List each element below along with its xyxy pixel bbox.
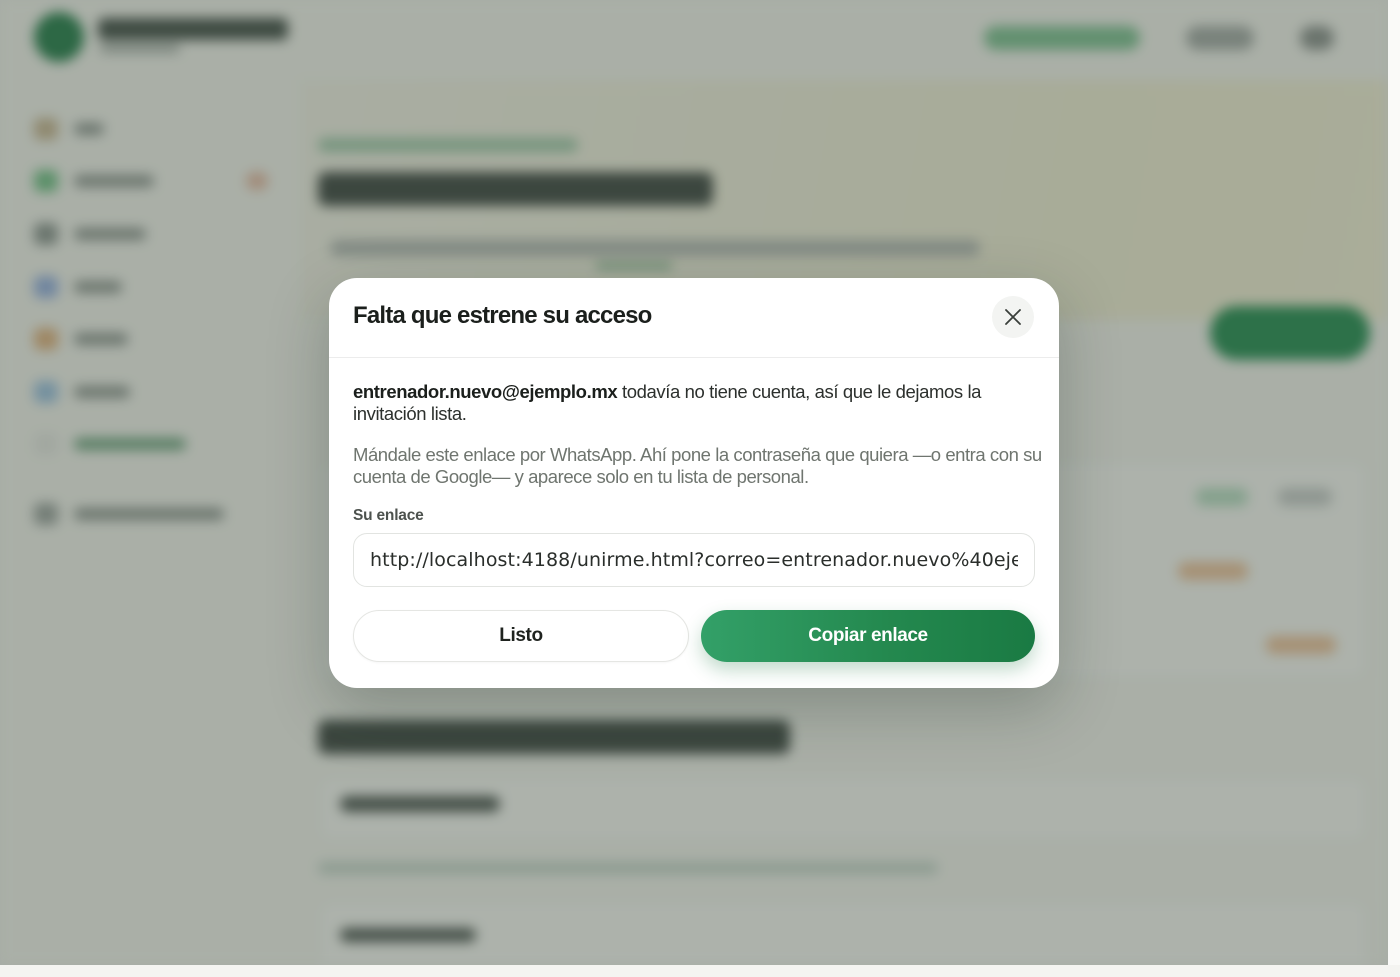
link-label: Su enlace bbox=[353, 507, 424, 524]
dialog-lead: entrenador.nuevo@ejemplo.mx todavía no t… bbox=[353, 381, 1013, 425]
copy-link-button[interactable]: Copiar enlace bbox=[701, 610, 1035, 662]
close-icon bbox=[1005, 309, 1021, 325]
close-button[interactable] bbox=[992, 296, 1034, 338]
dialog-title: Falta que estrene su acceso bbox=[353, 302, 652, 329]
done-button[interactable]: Listo bbox=[353, 610, 689, 662]
dialog-hint: Mándale este enlace por WhatsApp. Ahí po… bbox=[353, 444, 1042, 487]
invite-dialog: Falta que estrene su acceso entrenador.n… bbox=[329, 278, 1059, 688]
scrollbar-track bbox=[1388, 0, 1400, 977]
bottom-strip bbox=[0, 965, 1400, 977]
invitee-email: entrenador.nuevo@ejemplo.mx bbox=[353, 381, 618, 402]
dialog-header: Falta que estrene su acceso bbox=[329, 278, 1059, 358]
invite-link-input[interactable] bbox=[353, 533, 1035, 587]
